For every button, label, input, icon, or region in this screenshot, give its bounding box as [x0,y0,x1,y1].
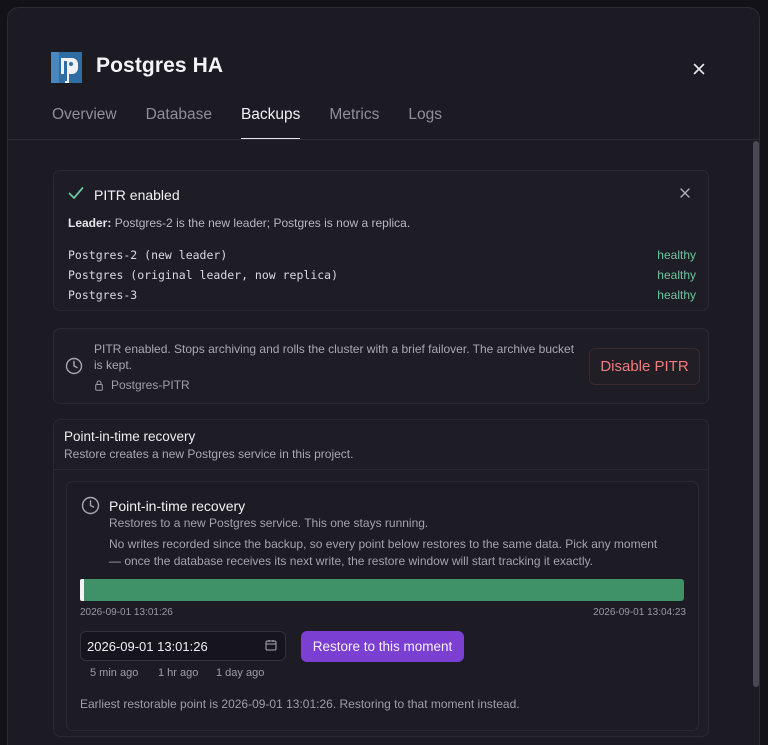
postgres-elephant-icon [51,52,82,83]
node-status: healthy [657,268,696,282]
tab-overview[interactable]: Overview [52,106,117,140]
node-name: Postgres-3 [68,288,138,302]
recovery-card: Point-in-time recovery Restores to a new… [66,481,699,731]
tab-backups[interactable]: Backups [240,106,301,140]
restore-button[interactable]: Restore to this moment [301,631,464,662]
tab-logs[interactable]: Logs [408,106,442,140]
node-status: healthy [657,288,696,302]
disable-pitr-card: PITR enabled. Stops archiving and rolls … [53,328,709,404]
timeline-end-label: 2026-09-01 13:04:23 [593,607,686,618]
quick-pick-1-hr[interactable]: 1 hr ago [158,667,198,679]
close-button[interactable] [688,58,710,80]
service-modal: Postgres HA Overview Database Backups Me… [7,7,760,745]
clock-icon [65,357,83,375]
recovery-note: No writes recorded since the backup, so … [109,537,658,568]
tab-bar: Overview Database Backups Metrics Logs [52,106,471,140]
node-row: Postgres-3 healthy [68,288,696,306]
lock-icon [95,380,103,391]
node-row: Postgres-2 (new leader) healthy [68,248,696,266]
restore-timeline[interactable] [80,579,684,601]
leader-text: Postgres-2 is the new leader; Postgres i… [114,216,411,230]
recovery-card-title: Point-in-time recovery [109,498,246,514]
tab-metrics[interactable]: Metrics [329,106,379,140]
recovery-section-title: Point-in-time recovery [64,429,196,444]
close-icon [693,63,705,75]
restore-datetime-input[interactable]: 2026-09-01 13:01:26 [80,631,286,661]
calendar-icon[interactable] [265,639,277,651]
clock-icon [81,496,100,515]
page-title: Postgres HA [96,54,224,77]
close-icon [680,188,690,198]
recovery-section-subtitle: Restore creates a new Postgres service i… [64,447,354,461]
leader-line: Leader: Postgres-2 is the new leader; Po… [68,216,410,230]
divider [54,469,708,470]
dismiss-button[interactable] [680,185,690,203]
recovery-card-subtitle: Restores to a new Postgres service. This… [109,516,429,530]
node-name: Postgres (original leader, now replica) [68,268,339,282]
check-icon [68,187,84,199]
restore-datetime-value: 2026-09-01 13:01:26 [87,639,208,654]
disable-pitr-button[interactable]: Disable PITR [589,348,700,385]
scrollbar-thumb[interactable] [753,141,759,687]
archive-bucket-name: Postgres-PITR [111,378,190,392]
tab-database[interactable]: Database [146,106,212,140]
modal-header: Postgres HA Overview Database Backups Me… [8,8,759,140]
pitr-status-card: PITR enabled Leader: Postgres-2 is the n… [53,170,709,311]
quick-pick-1-day[interactable]: 1 day ago [216,667,264,679]
timeline-marker[interactable] [80,579,84,601]
quick-pick-5-min[interactable]: 5 min ago [90,667,138,679]
node-row: Postgres (original leader, now replica) … [68,268,696,286]
node-name: Postgres-2 (new leader) [68,248,228,262]
pitr-status-title: PITR enabled [94,187,180,203]
timeline-start-label: 2026-09-01 13:01:26 [80,607,173,618]
recovery-section: Point-in-time recovery Restore creates a… [53,419,709,737]
earliest-restorable-note: Earliest restorable point is 2026-09-01 … [80,697,520,711]
leader-label: Leader: [68,216,112,230]
disable-description: PITR enabled. Stops archiving and rolls … [94,342,575,372]
node-status: healthy [657,248,696,262]
tab-divider [8,139,759,140]
archive-bucket: Postgres-PITR [95,378,190,392]
